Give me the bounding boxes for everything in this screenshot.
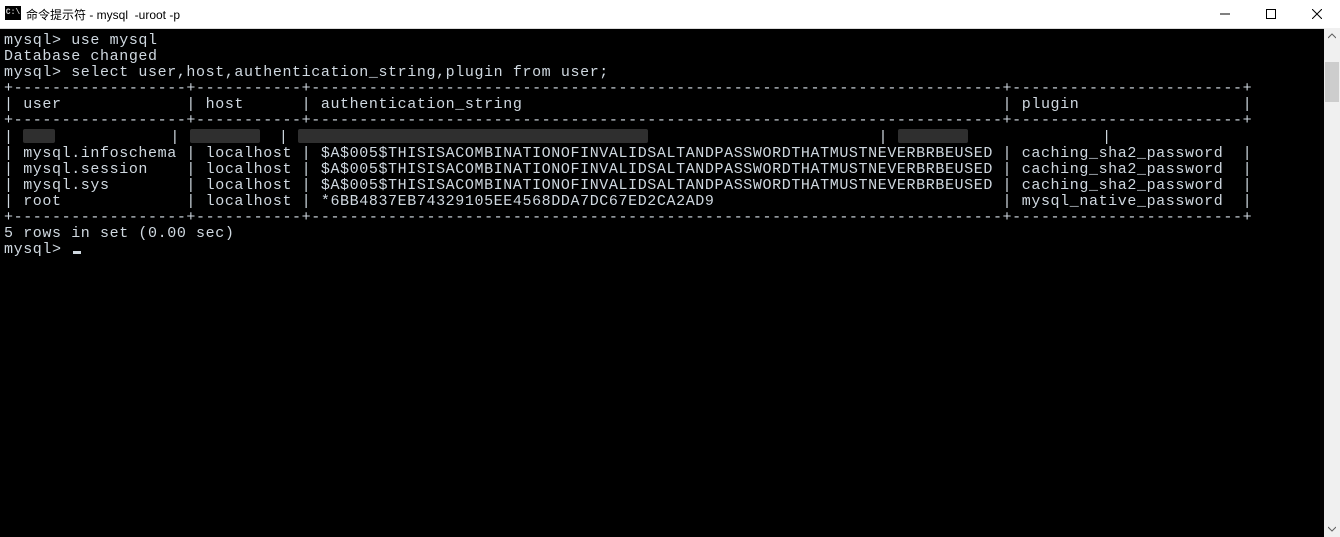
chevron-down-icon — [1328, 525, 1336, 533]
terminal-output[interactable]: mysql> use mysqlDatabase changedmysql> s… — [0, 29, 1324, 537]
scroll-down-button[interactable] — [1324, 521, 1340, 537]
vertical-scrollbar[interactable] — [1324, 28, 1340, 537]
terminal-line: 5 rows in set (0.00 sec) — [4, 226, 1322, 242]
window-title: 命令提示符 - mysql -uroot -p — [26, 6, 180, 23]
redacted-value — [23, 129, 55, 143]
terminal-line: mysql> use mysql — [4, 33, 1322, 49]
window-controls — [1202, 0, 1340, 28]
scroll-thumb[interactable] — [1325, 62, 1339, 102]
window-titlebar: C:\ 命令提示符 - mysql -uroot -p — [0, 0, 1340, 29]
cmd-icon-label: C:\ — [6, 9, 20, 17]
terminal-line: mysql> — [4, 242, 1322, 258]
minimize-button[interactable] — [1202, 0, 1248, 28]
redacted-value — [898, 129, 968, 143]
close-icon — [1312, 9, 1322, 19]
minimize-icon — [1220, 9, 1230, 19]
terminal-line: | | | | | — [4, 129, 1322, 146]
terminal-line: mysql> select user,host,authentication_s… — [4, 65, 1322, 81]
terminal-line: +------------------+-----------+--------… — [4, 81, 1322, 97]
terminal-line: +------------------+-----------+--------… — [4, 113, 1322, 129]
scroll-up-button[interactable] — [1324, 28, 1340, 44]
terminal-line: Database changed — [4, 49, 1322, 65]
terminal-line: | mysql.sys | localhost | $A$005$THISISA… — [4, 178, 1322, 194]
terminal-line: | mysql.session | localhost | $A$005$THI… — [4, 162, 1322, 178]
cmd-icon: C:\ — [5, 6, 21, 20]
chevron-up-icon — [1328, 32, 1336, 40]
terminal-cursor — [73, 251, 81, 254]
terminal-line: | root | localhost | *6BB4837EB74329105E… — [4, 194, 1322, 210]
terminal-line: | user | host | authentication_string | … — [4, 97, 1322, 113]
redacted-value — [190, 129, 260, 143]
terminal-line: +------------------+-----------+--------… — [4, 210, 1322, 226]
redacted-value — [298, 129, 648, 143]
scroll-track[interactable] — [1324, 44, 1340, 521]
maximize-button[interactable] — [1248, 0, 1294, 28]
terminal-line: | mysql.infoschema | localhost | $A$005$… — [4, 146, 1322, 162]
maximize-icon — [1266, 9, 1276, 19]
close-button[interactable] — [1294, 0, 1340, 28]
